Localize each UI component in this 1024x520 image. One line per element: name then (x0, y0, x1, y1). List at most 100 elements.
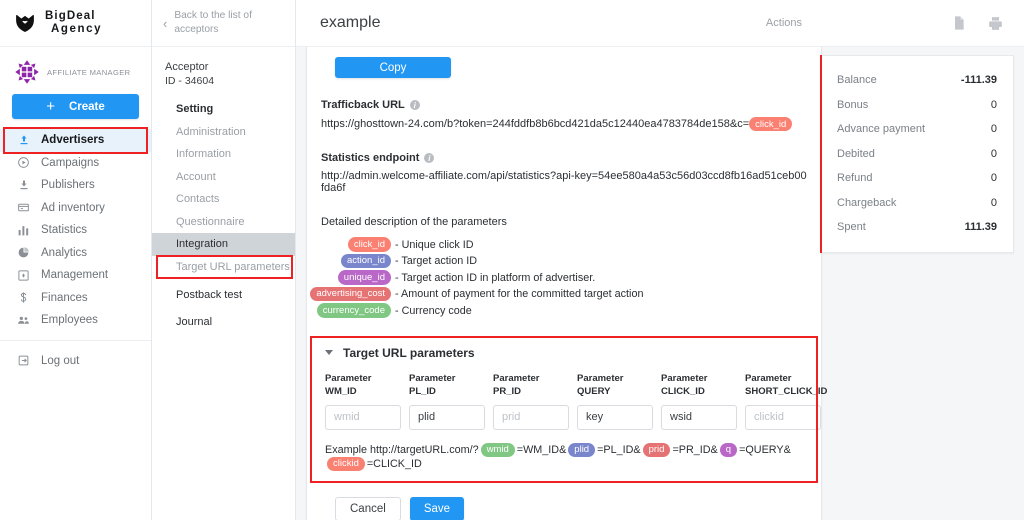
subnav-item-target-url-parameters[interactable]: Target URL parameters (152, 254, 295, 279)
actions-menu[interactable]: Actions (766, 17, 802, 29)
param-label-top: Parameter (661, 372, 708, 384)
subnav-label: Administration (176, 125, 246, 138)
example-prefix: Example http://targetURL.com/? (325, 443, 479, 456)
param-label-bottom: CLICK_ID (661, 385, 705, 397)
sidebar-item-label: Finances (41, 291, 88, 304)
tag-col: unique_id (321, 270, 395, 285)
pr-id-input[interactable] (493, 404, 569, 430)
document-icon[interactable] (950, 14, 968, 32)
statistics-endpoint-label: Statistics endpoint i (321, 152, 807, 164)
subnav-item-account[interactable]: Account (152, 166, 295, 189)
sidebar-item-label: Employees (41, 314, 98, 327)
param-field-pr-id: Parameter PR_ID (493, 373, 569, 430)
sidebar-divider (0, 339, 151, 341)
download-arrow-icon (17, 179, 30, 192)
acceptor-info: Acceptor ID - 34604 (152, 47, 295, 87)
balance-row: Refund 0 (837, 166, 997, 191)
sidebar-item-employees[interactable]: Employees (0, 309, 151, 332)
balance-row: Chargeback 0 (837, 191, 997, 216)
subnav-label: Integration (176, 238, 228, 251)
click-id-input[interactable] (661, 404, 737, 430)
sidebar-item-label: Analytics (41, 246, 88, 259)
sidebar-item-campaigns[interactable]: Campaigns (0, 152, 151, 175)
param-tag: unique_id (337, 270, 391, 285)
info-icon[interactable]: i (424, 153, 435, 164)
printer-icon[interactable] (986, 14, 1004, 32)
trafficback-url-label: Trafficback URL i (321, 99, 807, 111)
subnav-label: Account (176, 170, 216, 183)
secondary-sidebar: ‹ Back to the list of acceptors Acceptor… (152, 0, 296, 520)
back-link-label: Back to the list of acceptors (174, 10, 252, 35)
copy-button[interactable]: Copy (335, 57, 451, 78)
app-root: BigDeal Agency AFFILIATE MANAGER + Creat… (0, 0, 1024, 520)
sidebar-item-statistics[interactable]: Statistics (0, 219, 151, 242)
balance-row: Debited 0 (837, 142, 997, 167)
brand[interactable]: BigDeal Agency (0, 0, 151, 47)
back-to-acceptors-link[interactable]: ‹ Back to the list of acceptors (152, 0, 295, 47)
trafficback-label-text: Trafficback URL (321, 99, 405, 111)
create-button-label: Create (68, 100, 105, 113)
caret-down-icon (325, 350, 333, 356)
subnav-item-administration[interactable]: Administration (152, 121, 295, 144)
create-button[interactable]: + Create (12, 94, 139, 119)
sidebar-item-finances[interactable]: Finances (0, 287, 151, 310)
sidebar-item-logout[interactable]: Log out (0, 350, 151, 373)
subnav-item-postback-test[interactable]: Postback test (152, 284, 295, 307)
param-label-top: Parameter (325, 372, 372, 384)
balance-card: Balance -111.39 Bonus 0 Advance payment … (820, 55, 1014, 253)
parameter-description-row: action_id - Target action ID (321, 253, 807, 270)
sidebar-item-advertisers[interactable]: Advertisers (0, 127, 151, 154)
upload-arrow-icon (17, 134, 30, 147)
param-label-bottom: SHORT_CLICK_ID (745, 385, 828, 397)
wm-id-input[interactable] (325, 404, 401, 430)
subnav-item-journal[interactable]: Journal (152, 311, 295, 334)
subnav-item-contacts[interactable]: Contacts (152, 188, 295, 211)
sidebar-item-label: Ad inventory (41, 201, 105, 214)
parameter-description-row: advertising_cost - Amount of payment for… (310, 286, 807, 303)
sidebar-nav: Advertisers Campaigns Publishers Ad inve… (0, 127, 151, 373)
tag-col: click_id (321, 237, 395, 252)
param-desc: - Amount of payment for the committed ta… (395, 288, 644, 301)
card-icon (17, 201, 30, 214)
param-tag: currency_code (316, 303, 391, 318)
info-icon[interactable]: i (409, 100, 420, 110)
example-after-1: =PL_ID& (597, 443, 641, 456)
subnav-item-information[interactable]: Information (152, 143, 295, 166)
sidebar-item-label: Management (41, 269, 109, 282)
acceptor-id: ID - 34604 (165, 75, 215, 87)
account-switcher[interactable]: AFFILIATE MANAGER (0, 47, 151, 85)
sidebar-item-label: Campaigns (41, 156, 100, 169)
subnav-label: Setting (176, 103, 214, 116)
target-url-parameters-section: Target URL parameters Parameter WM_ID Pa… (307, 335, 828, 484)
bigdeal-logo-icon (14, 12, 36, 34)
param-field-query: Parameter QUERY (577, 373, 653, 430)
subnav-item-questionnaire[interactable]: Questionnaire (152, 211, 295, 234)
target-url-parameters-header[interactable]: Target URL parameters (325, 346, 807, 360)
param-label-bottom: PL_ID (409, 385, 436, 397)
pl-id-input[interactable] (409, 404, 485, 430)
save-button[interactable]: Save (409, 497, 465, 520)
example-url-row: Example http://targetURL.com/? wmid =WM_… (325, 442, 807, 472)
param-field-short-click-id: Parameter SHORT_CLICK_ID (745, 373, 828, 430)
balance-key: Chargeback (837, 196, 897, 209)
people-icon (17, 314, 30, 327)
short-click-id-input[interactable] (745, 404, 821, 430)
account-label: AFFILIATE MANAGER (47, 67, 131, 77)
sidebar-item-management[interactable]: Management (0, 264, 151, 287)
param-field-click-id: Parameter CLICK_ID (661, 373, 737, 430)
example-tag-q: q (719, 442, 738, 457)
tag-col: advertising_cost (310, 286, 395, 302)
brand-line2: Agency (51, 23, 103, 35)
subnav-item-setting[interactable]: Setting (152, 98, 295, 121)
param-label-bottom: PR_ID (493, 385, 521, 397)
parameter-description-row: unique_id - Target action ID in platform… (321, 269, 807, 286)
sidebar-item-publishers[interactable]: Publishers (0, 174, 151, 197)
subnav-item-integration[interactable]: Integration (152, 233, 295, 256)
example-after-0: =WM_ID& (516, 443, 567, 456)
sidebar-item-analytics[interactable]: Analytics (0, 242, 151, 265)
trafficback-url-text: https://ghosttown-24.com/b?token=244fddf… (321, 118, 750, 131)
cancel-button[interactable]: Cancel (335, 497, 401, 520)
balance-key: Bonus (837, 98, 869, 111)
sidebar-item-ad-inventory[interactable]: Ad inventory (0, 197, 151, 220)
query-input[interactable] (577, 404, 653, 430)
